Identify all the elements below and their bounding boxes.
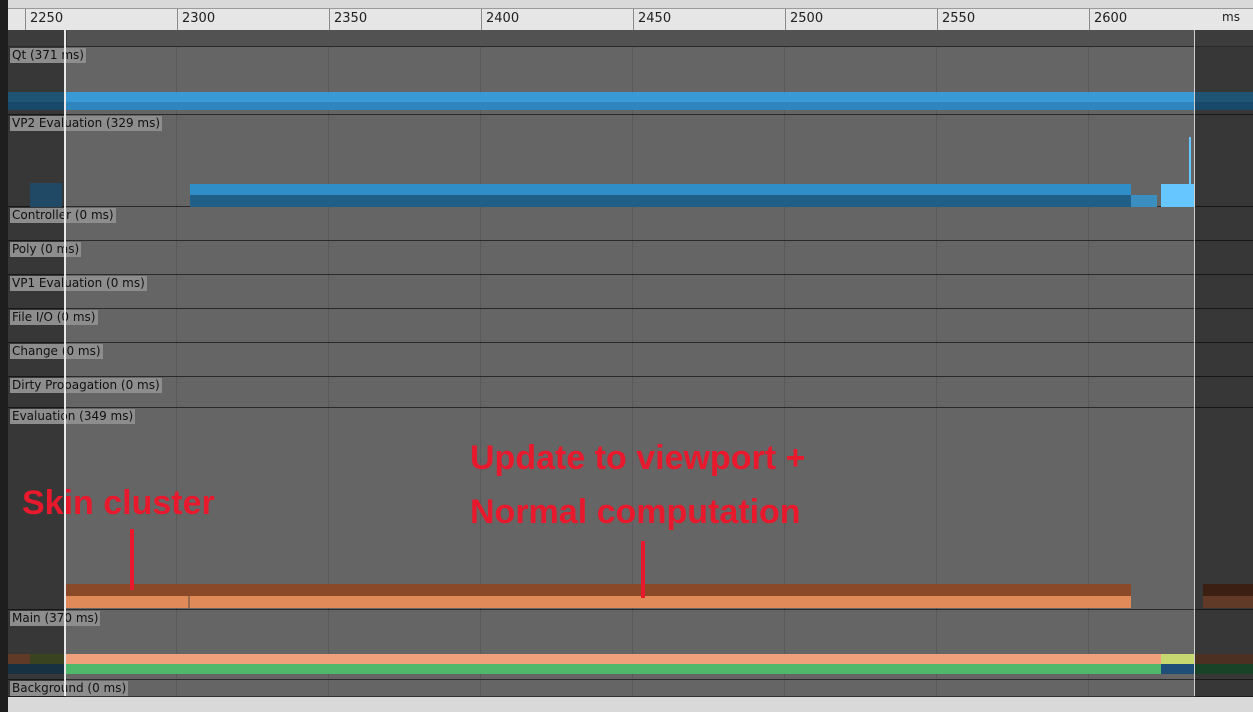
- annotation-viewport-line2: Normal computation: [470, 493, 801, 531]
- vp2-event-bar[interactable]: [1131, 195, 1157, 207]
- range-start-marker[interactable]: [64, 30, 66, 696]
- left-border: [0, 0, 8, 712]
- profiler-timeline: 2250 2300 2350 2400 2450 2500 2550 2600 …: [0, 0, 1253, 712]
- tick-mark: [25, 9, 26, 31]
- time-ruler[interactable]: 2250 2300 2350 2400 2450 2500 2550 2600 …: [0, 0, 1253, 46]
- time-unit-label: ms: [1222, 10, 1240, 24]
- track-label-vp2: VP2 Evaluation (329 ms): [10, 116, 163, 131]
- track-dirty-propagation[interactable]: Dirty Propagation (0 ms): [8, 376, 1253, 408]
- annotation-viewport-line1: Update to viewport +: [470, 439, 806, 477]
- ruler-selection[interactable]: [67, 30, 1194, 46]
- out-of-range-shade: [1195, 115, 1253, 207]
- qt-event-bar-lower[interactable]: [8, 102, 1253, 110]
- tick-label-2550: 2550: [942, 11, 976, 26]
- range-end-marker[interactable]: [1194, 30, 1195, 696]
- track-label-background: Background (0 ms): [10, 681, 129, 696]
- tick-mark: [1089, 9, 1090, 31]
- track-vp1-evaluation[interactable]: VP1 Evaluation (0 ms): [8, 274, 1253, 309]
- track-main[interactable]: Main (370 ms): [8, 609, 1253, 680]
- evaluation-event-bar[interactable]: [66, 584, 1131, 596]
- evaluation-split: [188, 596, 190, 608]
- tick-mark: [481, 9, 482, 31]
- track-background[interactable]: Background (0 ms): [8, 679, 1253, 697]
- evaluation-event-bar-lower[interactable]: [66, 596, 1131, 608]
- annotation-skin-cluster: Skin cluster: [22, 484, 215, 522]
- track-controller[interactable]: Controller (0 ms): [8, 206, 1253, 241]
- annotation-arrow: [641, 541, 645, 598]
- main-event-bar[interactable]: [66, 654, 1161, 664]
- vp2-spike: [1189, 137, 1191, 184]
- track-vp2-evaluation[interactable]: VP2 Evaluation (329 ms): [8, 114, 1253, 207]
- track-label-change: Change (0 ms): [10, 344, 103, 359]
- tick-mark: [937, 9, 938, 31]
- track-label-evaluation: Evaluation (349 ms): [10, 409, 136, 424]
- main-event-bar-lower[interactable]: [66, 664, 1161, 674]
- vp2-event-bar[interactable]: [190, 184, 1131, 195]
- vp2-event-bar-lower[interactable]: [190, 195, 1131, 207]
- annotation-arrow: [130, 529, 134, 590]
- tick-label-2300: 2300: [182, 11, 216, 26]
- track-file-io[interactable]: File I/O (0 ms): [8, 308, 1253, 343]
- out-of-range-shade: [1195, 47, 1253, 115]
- track-label-controller: Controller (0 ms): [10, 208, 116, 223]
- track-label-fileio: File I/O (0 ms): [10, 310, 98, 325]
- track-label-dirty: Dirty Propagation (0 ms): [10, 378, 162, 393]
- tick-label-2400: 2400: [486, 11, 520, 26]
- tick-label-2600: 2600: [1094, 11, 1128, 26]
- horizontal-scrollbar[interactable]: [8, 696, 1253, 712]
- tick-mark: [633, 9, 634, 31]
- tick-mark: [785, 9, 786, 31]
- main-event-bar-lower[interactable]: [1161, 664, 1195, 674]
- vp2-highlight-bar[interactable]: [1161, 184, 1195, 207]
- main-event-bar[interactable]: [1161, 654, 1195, 664]
- track-change[interactable]: Change (0 ms): [8, 342, 1253, 377]
- track-poly[interactable]: Poly (0 ms): [8, 240, 1253, 275]
- track-label-vp1: VP1 Evaluation (0 ms): [10, 276, 147, 291]
- tick-label-2450: 2450: [638, 11, 672, 26]
- tick-label-2250: 2250: [30, 11, 64, 26]
- ruler-scale: 2250 2300 2350 2400 2450 2500 2550 2600: [8, 8, 1253, 31]
- track-label-poly: Poly (0 ms): [10, 242, 82, 257]
- track-label-qt: Qt (371 ms): [10, 48, 86, 63]
- tick-label-2500: 2500: [790, 11, 824, 26]
- tick-mark: [329, 9, 330, 31]
- qt-event-bar[interactable]: [8, 92, 1253, 102]
- tick-label-2350: 2350: [334, 11, 368, 26]
- tick-mark: [177, 9, 178, 31]
- track-qt[interactable]: Qt (371 ms): [8, 46, 1253, 115]
- track-label-main: Main (370 ms): [10, 611, 101, 626]
